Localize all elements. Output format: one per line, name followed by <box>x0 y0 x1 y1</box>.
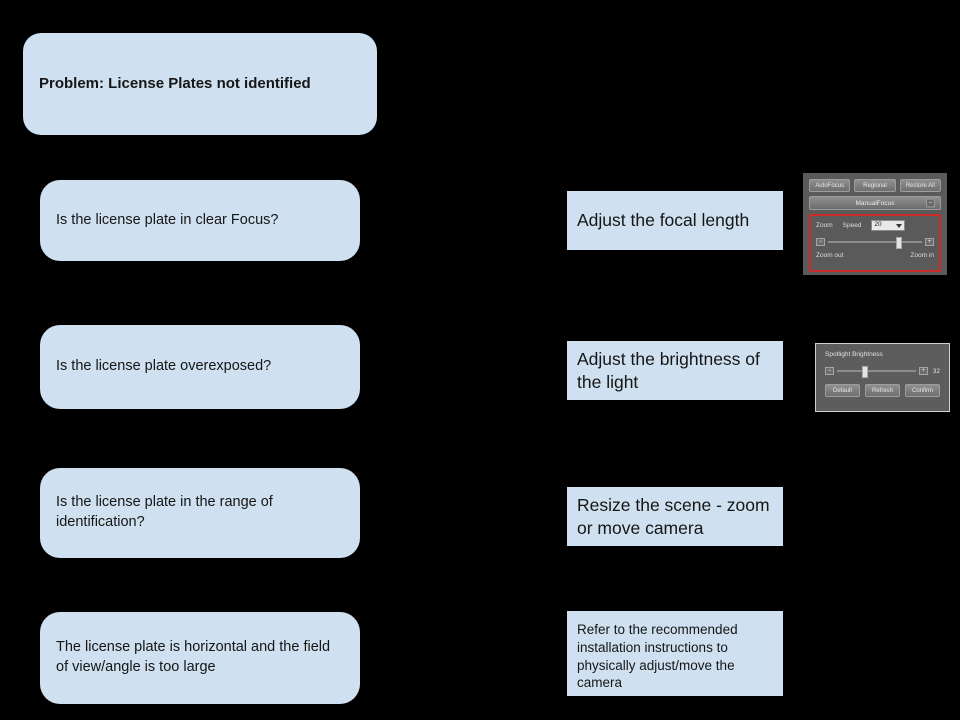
chevron-down-icon <box>896 223 903 228</box>
spotlight-brightness-title: Spotlight Brightness <box>825 351 883 358</box>
zoom-slider-thumb[interactable] <box>895 237 902 249</box>
speed-dropdown-value: 20 <box>874 221 882 229</box>
question-node-overexposed-label: Is the license plate overexposed? <box>56 358 272 375</box>
zoom-endpoint-labels: Zoom out Zoom in <box>816 252 934 259</box>
question-node-focus: Is the license plate in clear Focus? <box>40 180 360 261</box>
zoom-slider-row: − + <box>816 237 934 249</box>
action-node-resize-scene: Resize the scene - zoom or move camera <box>567 487 783 546</box>
zoom-label: Zoom <box>816 222 833 229</box>
brightness-slider-row: − + 32 <box>825 366 940 378</box>
question-node-overexposed: Is the license plate overexposed? <box>40 325 360 409</box>
zoom-control-group-highlight: Zoom Speed 20 − + Zoom out Zoom in <box>809 214 941 272</box>
zoom-speed-row: Zoom Speed 20 <box>816 220 934 231</box>
question-node-horizontal-angle-label: The license plate is horizontal and the … <box>56 639 331 675</box>
default-button[interactable]: Default <box>825 384 860 397</box>
action-node-installation: Refer to the recommended installation in… <box>567 611 783 696</box>
speed-dropdown[interactable]: 20 <box>871 220 906 231</box>
brightness-minus-icon[interactable]: − <box>825 367 834 375</box>
refresh-button[interactable]: Refresh <box>865 384 900 397</box>
speed-label: Speed <box>842 222 862 229</box>
zoom-in-label: Zoom in <box>910 252 934 259</box>
problem-statement-label: Problem: License Plates not identified <box>39 74 311 92</box>
zoom-plus-icon[interactable]: + <box>925 238 934 246</box>
action-node-installation-label: Refer to the recommended installation in… <box>577 622 738 691</box>
problem-statement-node: Problem: License Plates not identified <box>23 33 377 135</box>
collapse-minus-icon[interactable]: − <box>926 198 935 208</box>
zoom-slider-track[interactable] <box>828 237 922 249</box>
focus-mode-button-row: AutoFocus Regional Restore All <box>809 179 941 192</box>
zoom-minus-icon[interactable]: − <box>816 238 825 246</box>
brightness-value: 32 <box>932 367 940 375</box>
question-node-range-label: Is the license plate in the range of ide… <box>56 494 273 530</box>
action-node-brightness-label: Adjust the brightness of the light <box>577 349 760 392</box>
action-node-focal-length: Adjust the focal length <box>567 191 783 250</box>
manual-focus-section-header[interactable]: ManualFocus − <box>809 196 941 210</box>
question-node-horizontal-angle: The license plate is horizontal and the … <box>40 612 360 704</box>
regional-button[interactable]: Regional <box>854 179 896 192</box>
spotlight-brightness-panel: Spotlight Brightness − + 32 Default Refr… <box>815 343 950 412</box>
brightness-button-row: Default Refresh Confirm <box>825 384 940 397</box>
brightness-slider-track[interactable] <box>837 366 916 378</box>
brightness-slider-thumb[interactable] <box>862 366 869 378</box>
manual-focus-label: ManualFocus <box>855 199 895 207</box>
restore-all-button[interactable]: Restore All <box>899 179 941 192</box>
brightness-plus-icon[interactable]: + <box>918 367 928 375</box>
confirm-button[interactable]: Confirm <box>905 384 940 397</box>
autofocus-button[interactable]: AutoFocus <box>809 179 851 192</box>
action-node-brightness: Adjust the brightness of the light <box>567 341 783 400</box>
action-node-resize-scene-label: Resize the scene - zoom or move camera <box>577 495 770 538</box>
question-node-range: Is the license plate in the range of ide… <box>40 468 360 558</box>
camera-focus-panel: AutoFocus Regional Restore All ManualFoc… <box>803 173 947 275</box>
question-node-focus-label: Is the license plate in clear Focus? <box>56 211 279 228</box>
zoom-out-label: Zoom out <box>816 252 844 259</box>
diagram-canvas: Problem: License Plates not identified I… <box>0 0 960 720</box>
action-node-focal-length-label: Adjust the focal length <box>577 210 750 231</box>
